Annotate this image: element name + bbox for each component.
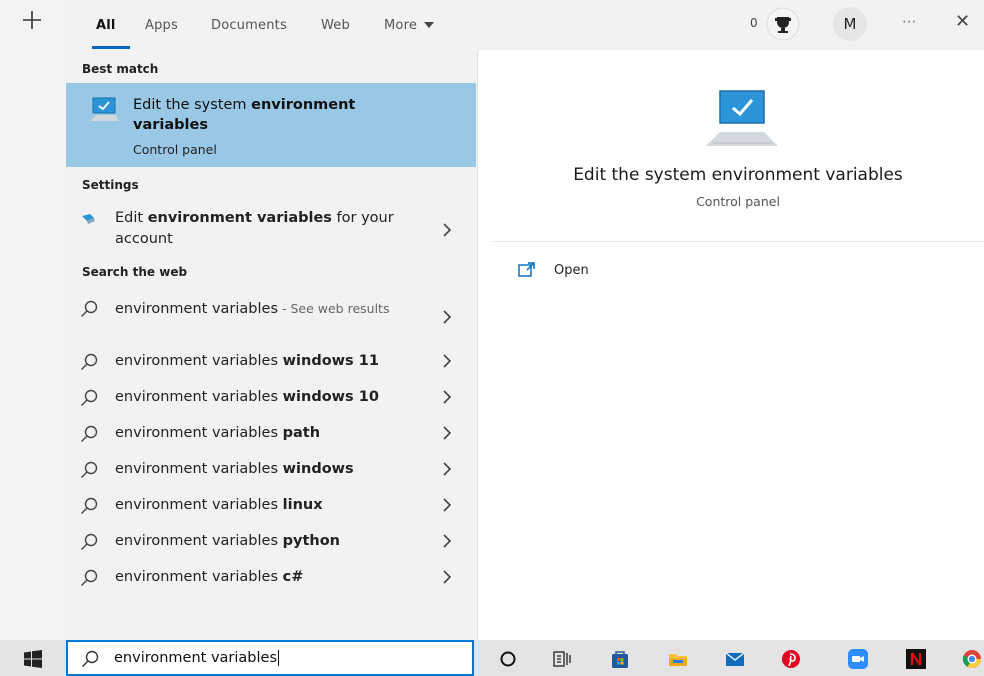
preview-title: Edit the system environment variables (573, 165, 903, 185)
section-search-web: Search the web (82, 265, 188, 279)
taskbar-search-box[interactable]: environment variables (66, 640, 474, 676)
tab-all[interactable]: All (96, 18, 116, 33)
search-icon (81, 569, 98, 586)
web-result-text-bold: python (282, 533, 340, 549)
web-result-text-plain: environment variables (115, 569, 283, 585)
monitor-check-icon (90, 97, 119, 121)
web-result-text-plain: environment variables (115, 425, 283, 441)
tab-documents[interactable]: Documents (211, 18, 287, 33)
chevron-right-icon (443, 498, 452, 512)
web-result-item[interactable]: environment variables - See web results (66, 292, 476, 342)
tab-apps[interactable]: Apps (145, 18, 178, 33)
web-result-text-plain: environment variables (115, 389, 283, 405)
web-result-item[interactable]: environment variables python (66, 524, 476, 560)
pinterest-icon[interactable] (781, 649, 801, 669)
web-result-text: environment variables linux (115, 497, 323, 513)
search-input-value: environment variables (114, 650, 278, 666)
zoom-icon[interactable] (848, 649, 868, 669)
rewards-count: 0 (750, 16, 758, 30)
web-result-text-bold: c# (282, 569, 304, 585)
section-best-match: Best match (82, 62, 159, 76)
web-result-text: environment variables path (115, 425, 320, 441)
chrome-icon[interactable] (962, 649, 982, 669)
chevron-right-icon (443, 534, 452, 548)
web-result-text-bold: linux (282, 497, 323, 513)
active-tab-indicator (92, 46, 130, 49)
web-result-text-bold: windows 10 (282, 389, 379, 405)
chevron-right-icon (443, 570, 452, 584)
web-result-text: environment variables c# (115, 569, 303, 585)
account-avatar[interactable]: M (833, 7, 867, 41)
open-external-icon (518, 262, 535, 277)
web-result-text-bold: path (282, 425, 321, 441)
web-result-item[interactable]: environment variables windows 10 (66, 380, 476, 416)
open-button-label: Open (554, 263, 589, 278)
web-result-text-bold: windows 11 (282, 353, 379, 369)
settings-result-text: Edit environment variables for your acco… (115, 208, 415, 250)
windows-start-icon[interactable] (24, 650, 42, 668)
search-icon (81, 461, 98, 478)
search-input[interactable]: environment variables (114, 650, 280, 666)
more-options-icon[interactable]: ··· (902, 13, 916, 31)
cortana-circle-icon[interactable] (498, 649, 518, 669)
best-match-title-plain: Edit the system (133, 97, 252, 113)
chevron-down-icon (424, 22, 435, 28)
chevron-right-icon (443, 310, 452, 324)
chevron-right-icon (443, 354, 452, 368)
web-result-text-bold: windows (282, 461, 354, 477)
search-icon (81, 533, 98, 550)
web-result-item[interactable]: environment variables windows 11 (66, 344, 476, 380)
web-result-text-plain: environment variables (115, 353, 283, 369)
web-result-text: environment variables windows 11 (115, 353, 379, 369)
web-result-text: environment variables windows 10 (115, 389, 379, 405)
tab-more[interactable]: More (384, 18, 435, 33)
search-icon (81, 389, 98, 406)
web-result-text: environment variables - See web results (115, 298, 405, 320)
web-result-text-plain: environment variables (115, 301, 279, 317)
search-icon (81, 425, 98, 442)
web-result-item[interactable]: environment variables c# (66, 560, 476, 596)
settings-text-bold: environment variables (147, 210, 332, 226)
chevron-right-icon (443, 390, 452, 404)
search-icon (81, 300, 98, 317)
text-caret (278, 650, 280, 666)
search-icon (81, 353, 98, 370)
web-result-item[interactable]: environment variables windows (66, 452, 476, 488)
left-strip (0, 0, 66, 640)
tab-more-label: More (384, 18, 418, 33)
settings-text-pre: Edit (115, 210, 148, 226)
tab-web[interactable]: Web (321, 18, 350, 33)
mail-icon[interactable] (725, 649, 745, 669)
web-result-text: environment variables python (115, 533, 340, 549)
task-view-icon[interactable] (552, 649, 572, 669)
rewards-trophy-icon[interactable] (766, 7, 800, 41)
section-settings: Settings (82, 178, 139, 192)
close-icon[interactable]: ✕ (955, 11, 970, 32)
chevron-right-icon (443, 462, 452, 476)
best-match-title: Edit the system environment variables (133, 95, 393, 135)
best-match-result[interactable]: Edit the system environment variables Co… (66, 83, 476, 167)
preview-divider (492, 241, 984, 242)
netflix-icon[interactable] (906, 649, 926, 669)
preview-subtitle: Control panel (696, 194, 780, 209)
new-tab-plus-icon[interactable] (20, 8, 44, 32)
web-result-text-plain: environment variables (115, 497, 283, 513)
web-result-text: environment variables windows (115, 461, 354, 477)
search-icon (81, 497, 98, 514)
settings-app-icon (82, 214, 95, 224)
web-result-item[interactable]: environment variables linux (66, 488, 476, 524)
chevron-right-icon (443, 223, 452, 237)
web-result-suffix: - See web results (278, 301, 390, 316)
settings-result-item[interactable]: Edit environment variables for your acco… (66, 203, 476, 253)
chevron-right-icon (443, 426, 452, 440)
file-explorer-icon[interactable] (668, 649, 688, 669)
web-result-text-plain: environment variables (115, 533, 283, 549)
web-result-item[interactable]: environment variables path (66, 416, 476, 452)
microsoft-store-icon[interactable] (610, 649, 630, 669)
web-result-text-plain: environment variables (115, 461, 283, 477)
best-match-subtitle: Control panel (133, 142, 217, 157)
monitor-check-large-icon (706, 90, 778, 146)
search-icon (82, 650, 99, 667)
